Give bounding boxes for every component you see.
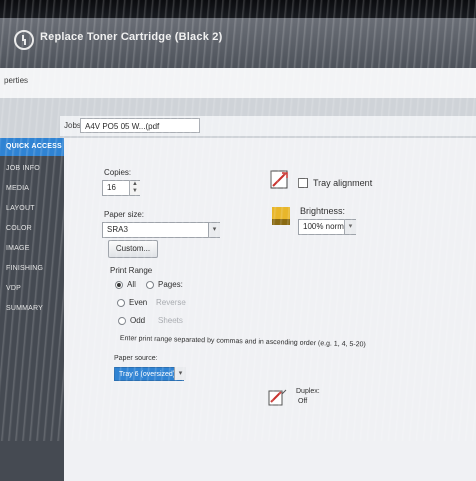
tray-alignment-checkbox[interactable] (298, 178, 308, 188)
sidebar-item-image[interactable]: IMAGE (0, 240, 64, 258)
sidebar-item-color[interactable]: COLOR (0, 220, 64, 238)
job-filename-field[interactable]: A4V PO5 05 W...(pdf (80, 118, 200, 133)
sidebar-item-quick-access[interactable]: QUICK ACCESS (0, 138, 64, 156)
chevron-down-icon[interactable]: ▾ (208, 223, 220, 237)
window-title: Replace Toner Cartridge (Black 2) (40, 31, 223, 43)
paper-size-label: Paper size: (104, 210, 145, 219)
sidebar-item-job-info[interactable]: JOB INFO (0, 160, 64, 178)
properties-menu[interactable]: perties (4, 76, 28, 85)
radio-even-label: Even (129, 298, 148, 307)
chevron-down-icon[interactable]: ▾ (344, 220, 356, 234)
paper-source-label: Paper source: (114, 355, 158, 362)
sidebar-item-vdp[interactable]: VDP (0, 280, 64, 298)
menu-strip (0, 68, 476, 98)
radio-odd-label: Odd (130, 316, 146, 325)
sidebar: QUICK ACCESS JOB INFO MEDIA LAYOUT COLOR… (0, 138, 64, 481)
title-bar (0, 18, 476, 68)
tray-alignment-label: Tray alignment (313, 178, 373, 188)
reverse-option: Reverse (156, 298, 186, 307)
radio-all-label: All (127, 280, 136, 289)
sidebar-item-finishing[interactable]: FINISHING (0, 260, 64, 278)
custom-button[interactable]: Custom... (108, 240, 158, 258)
sidebar-item-summary[interactable]: SUMMARY (0, 300, 64, 318)
brightness-icon (270, 205, 292, 227)
tray-alignment-icon (270, 170, 292, 190)
copies-label: Copies: (104, 168, 132, 177)
radio-all[interactable] (115, 281, 123, 289)
duplex-label: Duplex: (296, 388, 320, 395)
print-range-label: Print Range (110, 266, 153, 275)
clock-icon (14, 30, 34, 50)
paper-size-select[interactable]: SRA3 (102, 222, 220, 238)
duplex-icon (268, 388, 288, 406)
duplex-value: Off (298, 398, 308, 405)
job-label: Jobs (64, 121, 81, 130)
sidebar-item-media[interactable]: MEDIA (0, 180, 64, 198)
radio-even[interactable] (117, 299, 125, 307)
brightness-label: Brightness: (300, 206, 346, 216)
sheets-option: Sheets (158, 316, 183, 325)
sidebar-item-layout[interactable]: LAYOUT (0, 200, 64, 218)
radio-pages[interactable] (146, 281, 154, 289)
copies-stepper[interactable]: ▲ ▼ (129, 181, 140, 195)
radio-odd[interactable] (118, 317, 126, 325)
chevron-down-icon[interactable]: ▾ (174, 367, 186, 380)
radio-pages-label: Pages: (158, 280, 183, 289)
